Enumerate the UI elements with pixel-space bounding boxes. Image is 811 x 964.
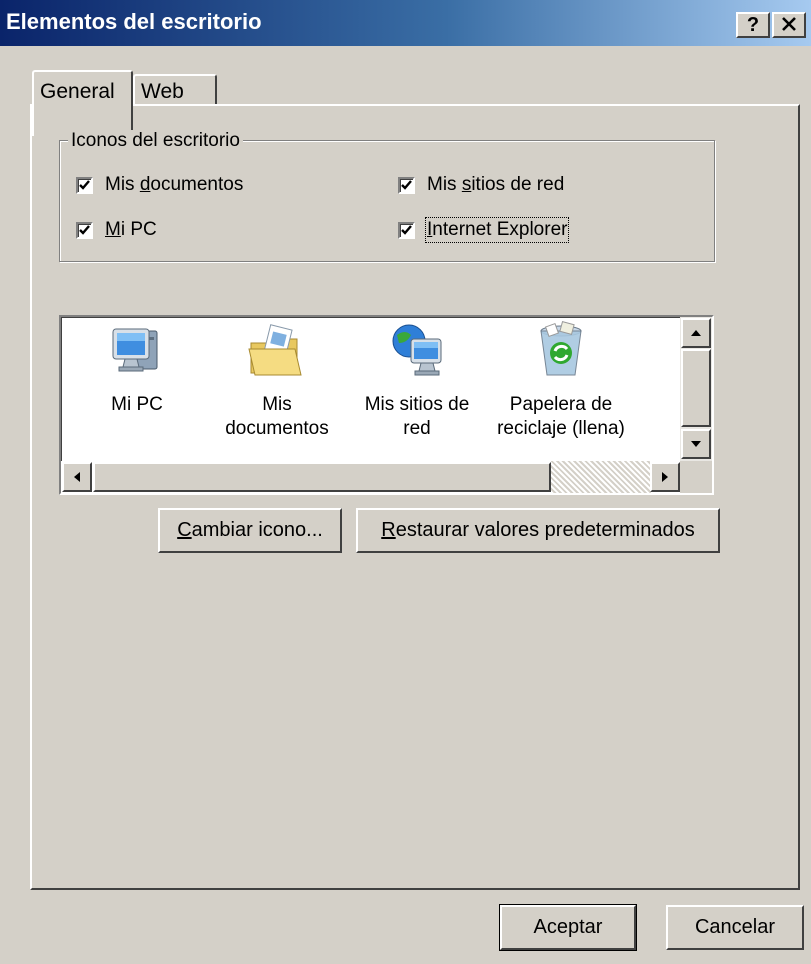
- checkbox-mis-sitios-de-red[interactable]: Mis sitios de red: [398, 174, 564, 196]
- horizontal-scrollbar[interactable]: [61, 461, 680, 493]
- checkbox-label: Internet Explorer: [424, 217, 570, 243]
- list-item-mis-documentos[interactable]: Mis documentos: [207, 321, 347, 441]
- scroll-left-button[interactable]: [62, 462, 92, 492]
- tab-general[interactable]: General: [32, 70, 133, 136]
- scroll-right-button[interactable]: [650, 462, 680, 492]
- cancel-button[interactable]: Cancelar: [666, 905, 804, 950]
- help-icon: ?: [746, 14, 760, 36]
- checkmark-icon: [79, 224, 90, 235]
- tab-web[interactable]: Web: [133, 74, 217, 106]
- restore-defaults-button[interactable]: Restaurar valores predeterminados: [356, 508, 720, 553]
- ok-button[interactable]: Aceptar: [499, 904, 637, 951]
- checkbox-label: Mi PC: [105, 219, 157, 240]
- checkbox-box[interactable]: [76, 176, 93, 194]
- tab-web-label: Web: [141, 80, 184, 103]
- network-globe-icon: [387, 321, 447, 381]
- scrollbar-corner: [680, 461, 712, 493]
- groupbox-legend: Iconos del escritorio: [68, 130, 243, 152]
- window-title: Elementos del escritorio: [6, 9, 262, 34]
- title-bar[interactable]: Elementos del escritorio ?: [0, 0, 811, 46]
- scroll-track[interactable]: [551, 461, 651, 493]
- list-item-label: Papelera de reciclaje (llena): [497, 394, 625, 439]
- computer-icon: [107, 321, 167, 381]
- arrow-right-icon: [662, 472, 668, 482]
- desktop-icon-list[interactable]: Mi PC Mis documentos Mis sitios de red P…: [59, 315, 714, 495]
- horizontal-scroll-thumb[interactable]: [93, 462, 551, 492]
- checkbox-box[interactable]: [398, 221, 415, 239]
- checkbox-label: Mis sitios de red: [427, 174, 565, 195]
- checkbox-box[interactable]: [76, 221, 93, 239]
- vertical-scrollbar[interactable]: [680, 317, 712, 461]
- list-item-mi-pc[interactable]: Mi PC: [67, 321, 207, 417]
- list-item-label: Mis sitios de red: [364, 394, 470, 439]
- list-item-label: Mis documentos: [225, 394, 329, 439]
- checkbox-mi-pc[interactable]: Mi PC: [76, 219, 157, 241]
- checkbox-label: Mis documentos: [105, 174, 244, 195]
- scroll-up-button[interactable]: [681, 318, 711, 348]
- checkmark-icon: [401, 179, 412, 190]
- desktop-icons-groupbox: [59, 140, 715, 262]
- arrow-left-icon: [74, 472, 80, 482]
- dialog-window: Elementos del escritorio ? General Web I…: [0, 0, 811, 964]
- checkmark-icon: [79, 179, 90, 190]
- list-item-label: Mi PC: [111, 394, 163, 415]
- list-item-mis-sitios-de-red[interactable]: Mis sitios de red: [347, 321, 487, 441]
- checkbox-internet-explorer[interactable]: Internet Explorer: [398, 217, 570, 243]
- arrow-down-icon: [691, 441, 701, 447]
- checkbox-box[interactable]: [398, 176, 415, 194]
- help-button[interactable]: ?: [736, 12, 770, 38]
- change-icon-button[interactable]: Cambiar icono...: [158, 508, 342, 553]
- vertical-scroll-thumb[interactable]: [681, 349, 711, 427]
- tab-general-label: General: [40, 80, 115, 103]
- arrow-up-icon: [691, 330, 701, 336]
- close-icon: [782, 15, 796, 35]
- checkbox-mis-documentos[interactable]: Mis documentos: [76, 174, 243, 196]
- scroll-down-button[interactable]: [681, 429, 711, 459]
- list-item-papelera[interactable]: Papelera de reciclaje (llena): [491, 321, 631, 441]
- close-button[interactable]: [772, 12, 806, 38]
- checkmark-icon: [401, 224, 412, 235]
- recycle-bin-icon: [531, 321, 591, 381]
- folder-documents-icon: [247, 321, 307, 381]
